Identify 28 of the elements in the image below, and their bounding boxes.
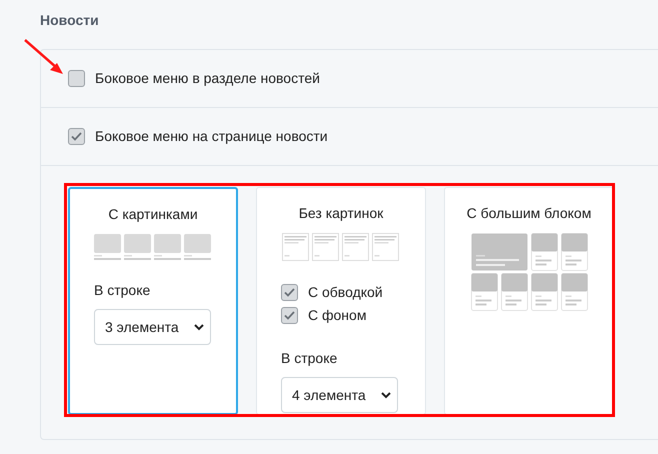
arrow-drawing	[24, 39, 64, 75]
per-row-label: В строке	[94, 281, 152, 300]
layout-card[interactable]: С картинками В строке 3 элемента	[68, 187, 238, 415]
layout-title: С большим блоком	[466, 204, 592, 223]
layout-preview-icon	[470, 233, 588, 311]
checkbox-label: С обводкой	[308, 283, 383, 302]
option-label: Боковое меню на странице новости	[95, 127, 328, 146]
checkbox[interactable]	[281, 284, 298, 301]
layout-card[interactable]: С большим блоком	[444, 187, 614, 415]
checkmark-icon	[284, 311, 295, 320]
layout-title: С картинками	[107, 205, 199, 224]
elements-per-row-select[interactable]: 3 элемента	[94, 309, 211, 345]
layout-preview-icon	[94, 234, 212, 261]
checkbox-label: С фоном	[308, 306, 366, 325]
chevron-down-icon	[194, 324, 204, 330]
checkmark-icon	[71, 132, 82, 141]
checkbox[interactable]	[281, 307, 298, 324]
layout-title: Без картинок	[298, 204, 384, 223]
layout-preview-icon	[282, 233, 400, 261]
checkbox[interactable]	[68, 128, 85, 145]
layout-card[interactable]: Без картинок С обводкой С фоном В строке 4 элемента	[256, 187, 426, 415]
checkmark-icon	[284, 288, 295, 297]
checkbox[interactable]	[68, 70, 85, 87]
elements-per-row-select[interactable]: 4 элемента	[281, 377, 398, 413]
section-title: Новости	[40, 11, 100, 30]
chevron-down-icon	[381, 392, 391, 398]
per-row-label: В строке	[281, 349, 338, 368]
option-label: Боковое меню в разделе новостей	[95, 69, 320, 88]
